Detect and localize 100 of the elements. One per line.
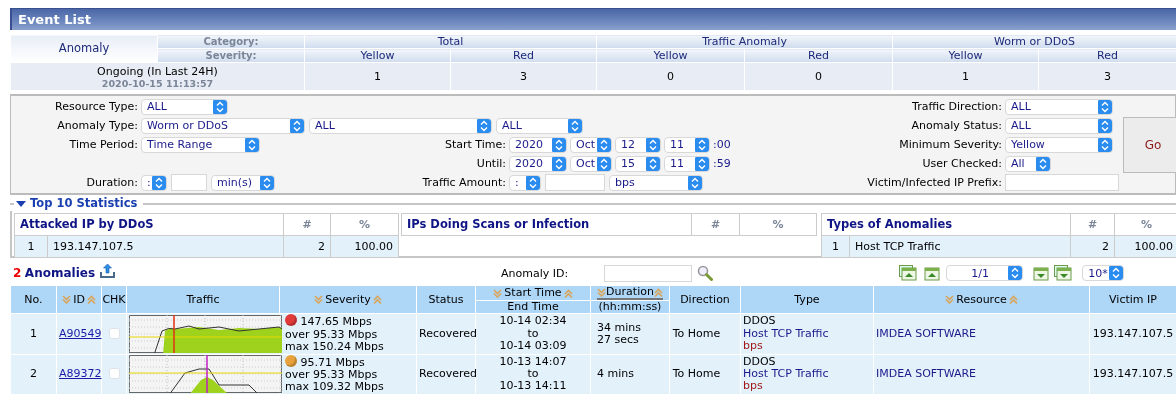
page-size-dropdown[interactable]: 10* xyxy=(1082,265,1125,282)
updown-icon xyxy=(646,137,660,152)
input-field[interactable] xyxy=(545,174,605,192)
table-cell: 2 xyxy=(10,354,57,395)
field-label: Start Time: xyxy=(444,138,506,152)
column-header: Severity xyxy=(279,285,417,314)
updown-icon xyxy=(1008,266,1023,281)
dropdown[interactable]: ALL xyxy=(141,98,228,115)
table-cell: Host TCP Traffic xyxy=(849,235,1071,258)
column-header: Duration xyxy=(590,285,670,301)
summary-header: Category: xyxy=(157,34,305,49)
column-header: ID xyxy=(56,285,102,314)
sort-down-icon[interactable] xyxy=(493,288,503,298)
dropdown[interactable]: min(s) xyxy=(211,174,275,191)
dropdown[interactable]: Yellow xyxy=(1005,136,1113,153)
updown-icon xyxy=(552,137,566,152)
updown-icon xyxy=(695,137,709,152)
duration-text: 4 mins xyxy=(597,368,635,381)
column-header: Traffic xyxy=(126,285,280,314)
table-cell: 0 xyxy=(596,62,745,91)
checkbox[interactable] xyxy=(108,368,120,379)
dropdown[interactable]: 2020 xyxy=(509,155,567,172)
updown-icon xyxy=(213,99,227,114)
dropdown[interactable]: All xyxy=(1005,155,1051,172)
column-header: Victim IP xyxy=(1089,285,1176,314)
column-header: CHK xyxy=(101,285,127,314)
updown-icon xyxy=(695,156,709,171)
dropdown[interactable]: : xyxy=(509,174,541,191)
summary-header: Anomaly xyxy=(10,34,158,63)
dropdown[interactable]: 12 xyxy=(615,136,661,153)
column-header: % xyxy=(739,213,817,236)
sort-down-icon[interactable] xyxy=(62,295,72,305)
table-cell: Recovered xyxy=(416,354,476,395)
anomaly-unit: bps xyxy=(743,380,764,393)
time-suffix: :00 xyxy=(713,138,731,152)
field-label: Duration: xyxy=(85,176,138,190)
start-time: 10-14 02:34 xyxy=(498,315,568,328)
export-icon[interactable] xyxy=(99,263,117,280)
field-label: Anomaly Status: xyxy=(910,119,1002,133)
sort-up-icon[interactable] xyxy=(1008,295,1018,305)
field-label: User Checked: xyxy=(921,157,1002,171)
updown-icon xyxy=(260,175,274,190)
dropdown[interactable]: ALL xyxy=(1005,98,1113,115)
sort-down-icon[interactable] xyxy=(314,295,324,305)
dropdown[interactable]: Worm or DDoS xyxy=(141,117,305,134)
sort-down-icon[interactable] xyxy=(945,295,955,305)
search-icon[interactable] xyxy=(697,265,714,282)
severity-max: max 150.24 Mbps xyxy=(285,341,385,354)
column-header: # xyxy=(1070,213,1115,236)
input-field[interactable] xyxy=(1005,174,1119,192)
dropdown[interactable]: 15 xyxy=(615,155,661,172)
column-header: Resource xyxy=(873,285,1090,314)
sort-down-icon[interactable] xyxy=(597,287,607,297)
sort-up-icon[interactable] xyxy=(563,288,573,298)
summary-header: Total xyxy=(304,34,597,49)
anomaly-unit: bps xyxy=(743,340,764,353)
dropdown[interactable]: 11 xyxy=(664,136,710,153)
page-dropdown[interactable]: 1/1 xyxy=(946,265,1024,282)
first-page-button[interactable] xyxy=(899,265,918,282)
table-cell: IMDEA SOFTWARE xyxy=(873,313,1090,355)
summary-header: Traffic Anomaly xyxy=(596,34,893,49)
dropdown[interactable]: ALL xyxy=(309,117,492,134)
dropdown[interactable]: bps xyxy=(609,174,703,191)
next-page-button[interactable] xyxy=(1031,265,1050,282)
dropdown[interactable]: Oct xyxy=(570,136,612,153)
checkbox[interactable] xyxy=(108,327,120,339)
column-header: # xyxy=(283,213,331,236)
severity-rate: 147.65 Mbps xyxy=(300,315,372,329)
dropdown[interactable]: 11 xyxy=(664,155,710,172)
sort-up-icon[interactable] xyxy=(86,295,96,305)
field-label: Minimum Severity: xyxy=(898,138,1002,152)
dropdown[interactable]: Oct xyxy=(570,155,612,172)
updown-icon xyxy=(1098,99,1112,114)
column-header: % xyxy=(330,213,399,236)
go-button[interactable]: Go xyxy=(1123,116,1176,173)
updown-icon xyxy=(646,156,660,171)
sort-up-icon[interactable] xyxy=(372,295,382,305)
dropdown[interactable]: : xyxy=(141,174,167,191)
field-label: Traffic Amount: xyxy=(421,176,506,190)
end-time: 10-13 14:11 xyxy=(498,380,568,393)
updown-icon xyxy=(688,175,702,190)
dropdown[interactable]: 2020 xyxy=(509,136,567,153)
severity-max: max 109.32 Mbps xyxy=(285,381,385,394)
section-title: Anomalies xyxy=(24,266,96,281)
triangle-icon[interactable] xyxy=(16,200,26,209)
dropdown[interactable]: ALL xyxy=(496,117,583,134)
table-cell: 193.147.107.5 xyxy=(1089,313,1176,355)
previous-page-button[interactable] xyxy=(922,265,941,282)
sort-up-icon[interactable] xyxy=(653,287,663,297)
dropdown[interactable]: ALL xyxy=(1005,117,1113,134)
anomaly-type: DDOS xyxy=(743,355,777,368)
section-title[interactable]: Top 10 Statistics xyxy=(30,197,138,212)
field-label: Until: xyxy=(475,157,506,171)
input-field[interactable] xyxy=(604,264,693,282)
updown-icon xyxy=(526,175,540,190)
input-field[interactable] xyxy=(171,174,207,192)
column-header: Start Time xyxy=(475,285,591,301)
table-cell: 1 xyxy=(10,313,57,355)
dropdown[interactable]: Time Range xyxy=(141,136,260,153)
last-page-button[interactable] xyxy=(1054,265,1073,282)
